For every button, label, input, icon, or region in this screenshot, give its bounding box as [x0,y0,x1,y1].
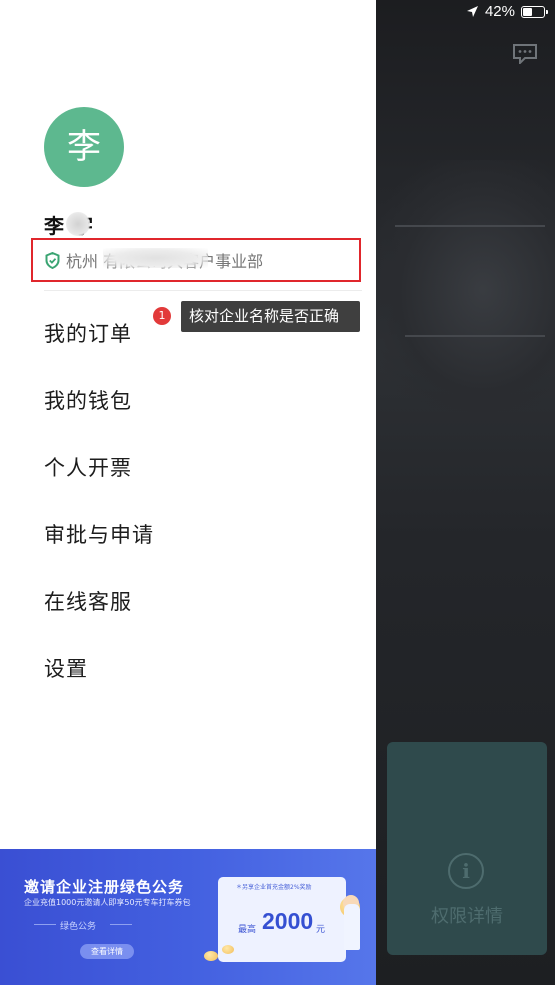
info-icon: i [448,853,484,889]
battery-icon [521,5,548,18]
avatar[interactable]: 李 [44,107,124,187]
location-arrow-icon [466,6,478,17]
coupon-amount: 2000 [262,908,314,934]
permission-details-card[interactable]: i 权限详情 [387,742,547,955]
company-redaction [103,248,208,268]
coupon-unit: 元 [316,925,326,935]
menu-item-support[interactable]: 在线客服 [44,586,132,616]
coupon-prefix: 最高 [238,925,257,935]
coin-image [204,951,218,961]
menu-item-invoice[interactable]: 个人开票 [44,452,132,482]
annotation-tooltip: 核对企业名称是否正确 [181,301,360,332]
coupon-note: ＊另享企业首充金额2%奖励 [236,884,312,891]
company-highlight-box: 杭州 有限公司大客户事业部 [31,238,361,282]
name-redaction [66,212,90,236]
battery-fill [523,7,533,16]
banner-tag: 绿色公务 [60,922,97,932]
status-bar: 42% [466,3,548,20]
banner-tag-line [34,924,56,925]
verified-shield-icon [45,251,60,269]
battery-percent: 42% [484,3,515,20]
side-drawer: 李 李 宇 杭州 有限公司大客户事业部 我的订单 我的钱包 个人开票 审批与申请… [0,0,376,985]
menu-item-orders[interactable]: 我的订单 [44,318,132,348]
coin-image [222,945,234,954]
message-icon[interactable] [513,44,537,64]
menu-item-settings[interactable]: 设置 [44,653,88,683]
menu-item-approval[interactable]: 审批与申请 [44,519,154,549]
person-illustration-body [344,904,360,950]
car-edge-line [395,225,545,227]
annotation-badge: 1 [153,307,171,325]
menu-item-wallet[interactable]: 我的钱包 [44,385,132,415]
invite-banner[interactable]: 邀请企业注册绿色公务 企业充值1000元邀请人即享50元专车打车券包 绿色公务 … [0,849,376,985]
banner-subtitle: 企业充值1000元邀请人即享50元专车打车券包 [24,898,191,907]
divider [44,290,362,291]
car-edge-line [405,335,545,337]
coupon-card: ＊另享企业首充金额2%奖励 最高 2000 元 [218,877,346,962]
car-image [375,160,555,420]
banner-title: 邀请企业注册绿色公务 [24,878,185,896]
banner-tag-line [110,924,132,925]
permission-details-label: 权限详情 [431,906,503,927]
banner-view-details-button[interactable]: 查看详情 [80,944,134,959]
